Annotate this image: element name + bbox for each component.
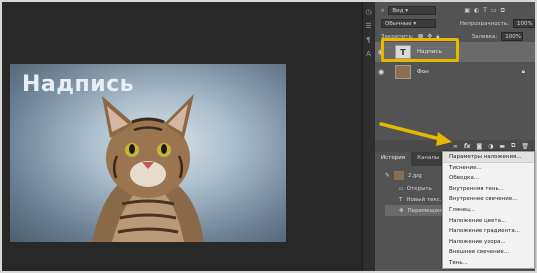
kind-label: Вид xyxy=(392,8,404,14)
menu-item-inner-shadow[interactable]: Внутренняя тень... xyxy=(443,184,534,195)
brush-icon: ✎ xyxy=(385,172,391,179)
menu-item-bevel-emboss[interactable]: Тиснение... xyxy=(443,163,534,174)
menu-item-color-overlay[interactable]: Наложение цвета... xyxy=(443,216,534,227)
layer-kind-select[interactable]: Вид ▾ xyxy=(388,6,437,15)
history-snapshot[interactable]: ✎ 2.jpg xyxy=(385,170,422,181)
paragraph-icon[interactable]: ¶ xyxy=(363,36,374,44)
history-step[interactable]: T Новый текс... xyxy=(385,194,445,205)
tab-channels[interactable]: Каналы xyxy=(411,152,445,166)
history-icon[interactable]: ◷ xyxy=(363,8,374,16)
menu-item-gradient-overlay[interactable]: Наложение градиента... xyxy=(443,226,534,237)
step-icon: ▫ xyxy=(399,185,403,192)
menu-item-blending-options[interactable]: Параметры наложения... xyxy=(443,152,534,163)
tab-history[interactable]: История xyxy=(375,152,412,166)
layer-lock-icon: 🔒︎ xyxy=(521,68,525,75)
canvas-text-layer[interactable]: Надпись xyxy=(22,72,134,97)
layer-highlight-box xyxy=(381,38,459,62)
opacity-value: 100% xyxy=(517,21,533,27)
history-step-current[interactable]: ✥ Перемещен... xyxy=(385,205,447,216)
type-tool-icon: T xyxy=(399,196,403,203)
layer-name[interactable]: Фон xyxy=(417,69,429,75)
link-layers-icon[interactable]: ∞ xyxy=(453,143,458,150)
menu-item-inner-glow[interactable]: Внутреннее свечение... xyxy=(443,194,534,205)
panel-dock-strip: ◷ ☰ ¶ A xyxy=(362,2,374,271)
filter-adjust-icon[interactable]: ◐ xyxy=(474,7,479,14)
new-group-icon[interactable]: ▬ xyxy=(499,143,505,150)
new-layer-icon[interactable]: ⧉ xyxy=(511,142,515,150)
menu-item-stroke[interactable]: Обводка... xyxy=(443,173,534,184)
fill-value: 100% xyxy=(505,34,521,40)
filter-shape-icon[interactable]: ▭ xyxy=(491,7,497,14)
fill-input[interactable]: 100% xyxy=(501,32,524,41)
filter-search-icon: ⌕ xyxy=(381,6,385,14)
image-layer-thumbnail xyxy=(395,65,411,79)
history-step[interactable]: ▫ Открыть xyxy=(385,183,432,194)
visibility-eye-icon[interactable]: ◉ xyxy=(375,68,387,76)
history-item-label: Новый текс... xyxy=(406,196,445,203)
layer-row-background[interactable]: ◉ Фон 🔒︎ xyxy=(375,62,535,82)
properties-icon[interactable]: ☰ xyxy=(363,22,374,30)
blend-mode-label: Обычные xyxy=(385,21,412,27)
cat-photo xyxy=(92,94,204,242)
menu-item-outer-glow[interactable]: Внешнее свечение... xyxy=(443,247,534,258)
document-canvas[interactable]: Надпись xyxy=(10,64,286,242)
workspace: Надпись xyxy=(2,2,362,271)
character-icon[interactable]: A xyxy=(363,50,374,58)
menu-item-satin[interactable]: Глянец... xyxy=(443,205,534,216)
snapshot-thumbnail xyxy=(394,171,405,180)
layer-style-menu: Параметры наложения... Тиснение... Обвод… xyxy=(442,151,535,269)
add-mask-icon[interactable]: ◙ xyxy=(476,143,482,150)
delete-layer-icon[interactable]: 🗑︎ xyxy=(521,143,529,150)
blend-mode-select[interactable]: Обычные ▾ xyxy=(381,19,436,28)
menu-item-pattern-overlay[interactable]: Наложение узора... xyxy=(443,237,534,248)
opacity-label: Непрозрачность: xyxy=(459,20,509,27)
move-tool-icon: ✥ xyxy=(399,207,404,214)
filter-type-icon[interactable]: T xyxy=(483,7,487,14)
history-item-label: Открыть xyxy=(406,185,432,192)
history-item-label: 2.jpg xyxy=(408,172,422,179)
opacity-input[interactable]: 100% xyxy=(513,19,535,28)
adjustment-layer-icon[interactable]: ◑ xyxy=(488,143,493,150)
fill-label: Заливка: xyxy=(471,33,498,40)
menu-item-drop-shadow[interactable]: Тень... xyxy=(443,258,534,269)
fx-icon[interactable]: fx xyxy=(464,143,470,150)
filter-pixel-icon[interactable]: ▣ xyxy=(464,7,470,14)
filter-smart-icon[interactable]: ⧉ xyxy=(501,7,505,15)
